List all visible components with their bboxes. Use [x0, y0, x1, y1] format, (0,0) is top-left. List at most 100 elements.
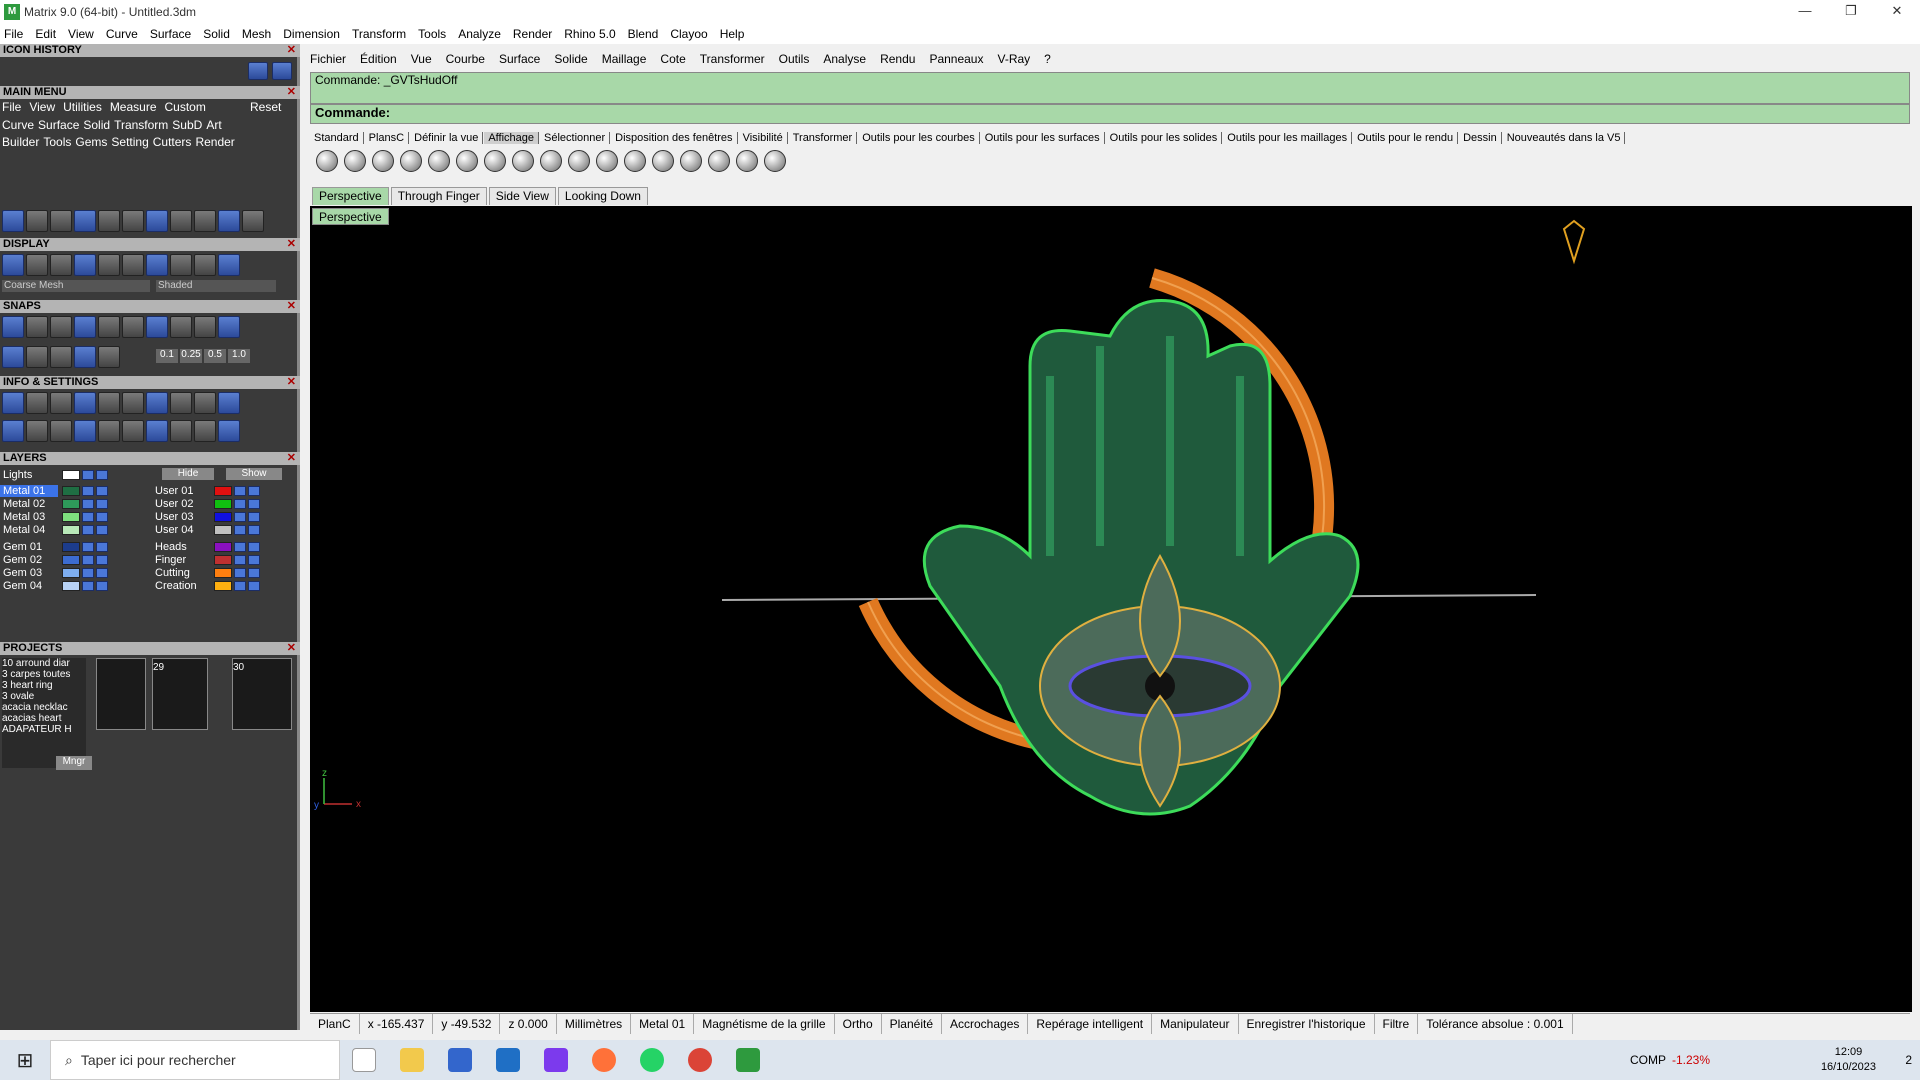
layer-row[interactable]: Metal 03 [0, 510, 108, 523]
menu2-item[interactable]: Édition [360, 52, 397, 66]
layer-name[interactable]: User 01 [152, 485, 210, 497]
tool-icon-button[interactable] [122, 316, 144, 338]
reset-button[interactable]: Reset [250, 100, 281, 114]
clock-time[interactable]: 12:09 [1821, 1045, 1876, 1060]
layer-color-swatch[interactable] [62, 498, 80, 509]
close-icon[interactable]: ✕ [287, 238, 296, 251]
layer-row[interactable]: Gem 02 [0, 553, 108, 566]
display-tool-icon[interactable] [764, 150, 786, 172]
tool-icon-button[interactable] [170, 420, 192, 442]
layer-lock-toggle[interactable] [234, 541, 246, 552]
layer-lock-toggle[interactable] [82, 554, 94, 565]
menu2-item[interactable]: Analyse [823, 52, 866, 66]
layer-color-swatch[interactable] [214, 567, 232, 578]
display-tool-icon[interactable] [316, 150, 338, 172]
layer-color-swatch[interactable] [62, 567, 80, 578]
menu-render[interactable]: Render [513, 27, 552, 41]
menu2-item[interactable]: Maillage [602, 52, 647, 66]
layer-color-swatch[interactable] [62, 554, 80, 565]
status-pane[interactable]: Accrochages [942, 1013, 1029, 1034]
layer-lock-toggle[interactable] [82, 485, 94, 496]
layer-color-swatch[interactable] [214, 580, 232, 591]
view-tab[interactable]: Side View [488, 187, 556, 205]
close-icon[interactable]: ✕ [287, 452, 296, 465]
tool-icon-button[interactable] [194, 420, 216, 442]
layer-lock-toggle[interactable] [82, 498, 94, 509]
layer-row[interactable]: Metal 01 [0, 484, 108, 497]
layer-row[interactable]: Metal 04 [0, 523, 108, 536]
tool-icon-button[interactable] [98, 420, 120, 442]
display-tool-icon[interactable] [736, 150, 758, 172]
category-button[interactable]: Gems [75, 135, 107, 149]
layer-color-swatch[interactable] [62, 580, 80, 591]
tool-icon-button[interactable] [218, 254, 240, 276]
tool-icon-button[interactable] [26, 346, 48, 368]
snap-value-button[interactable]: 0.5 [204, 349, 226, 363]
layer-visibility-toggle[interactable] [96, 580, 108, 591]
history-forward-button[interactable] [272, 62, 292, 80]
status-pane[interactable]: Enregistrer l'historique [1239, 1013, 1375, 1034]
layer-visibility-toggle[interactable] [248, 485, 260, 496]
layer-visibility-toggle[interactable] [96, 567, 108, 578]
tool-icon-button[interactable] [2, 210, 24, 232]
menu-dimension[interactable]: Dimension [283, 27, 340, 41]
layer-visibility-toggle[interactable] [248, 511, 260, 522]
layer-color-swatch[interactable] [62, 541, 80, 552]
layer-row[interactable]: Heads [152, 540, 260, 553]
toolbar-tab[interactable]: Définir la vue [410, 132, 484, 144]
toolbar-tab[interactable]: Outils pour les solides [1106, 132, 1223, 144]
category-button[interactable]: Solid [83, 118, 110, 132]
main-menu-item[interactable]: File [2, 100, 21, 114]
layer-name[interactable]: User 02 [152, 498, 210, 510]
layer-name[interactable]: User 03 [152, 511, 210, 523]
menu2-item[interactable]: Rendu [880, 52, 915, 66]
layer-visibility-toggle[interactable] [248, 498, 260, 509]
tool-icon-button[interactable] [26, 210, 48, 232]
toolbar-tab[interactable]: Outils pour les courbes [858, 132, 980, 144]
toolbar-tab[interactable]: PlansC [365, 132, 410, 144]
category-button[interactable]: Art [206, 118, 221, 132]
layer-lock-toggle[interactable] [82, 567, 94, 578]
category-button[interactable]: Transform [114, 118, 168, 132]
view-tab[interactable]: Through Finger [390, 187, 487, 205]
menu2-item[interactable]: Solide [554, 52, 587, 66]
project-list-item[interactable]: 3 carpes toutes [2, 669, 86, 680]
tool-icon-button[interactable] [50, 254, 72, 276]
menu-solid[interactable]: Solid [203, 27, 230, 41]
snap-value-button[interactable]: 0.25 [180, 349, 202, 363]
layer-name[interactable]: Metal 04 [0, 524, 58, 536]
category-button[interactable]: Curve [2, 118, 34, 132]
display-tool-icon[interactable] [400, 150, 422, 172]
project-list-item[interactable]: acacias heart [2, 713, 86, 724]
layer-row[interactable]: Creation [152, 579, 260, 592]
category-button[interactable]: Surface [38, 118, 79, 132]
display-mesh-select[interactable]: Coarse Mesh [2, 280, 150, 292]
toolbar-tab[interactable]: Disposition des fenêtres [611, 132, 738, 144]
project-list-item[interactable]: 3 heart ring [2, 680, 86, 691]
menu-help[interactable]: Help [720, 27, 745, 41]
close-button[interactable]: ✕ [1874, 0, 1920, 24]
menu-view[interactable]: View [68, 27, 94, 41]
layer-row[interactable]: User 01 [152, 484, 260, 497]
layer-visibility-toggle[interactable] [248, 554, 260, 565]
project-list-item[interactable]: acacia necklac [2, 702, 86, 713]
tool-icon-button[interactable] [218, 420, 240, 442]
toolbar-tab[interactable]: Outils pour les surfaces [981, 132, 1105, 144]
status-pane[interactable]: x -165.437 [360, 1013, 434, 1034]
tool-icon-button[interactable] [98, 346, 120, 368]
stock-ticker[interactable]: COMP [1630, 1053, 1666, 1067]
tool-icon-button[interactable] [146, 420, 168, 442]
layer-visibility-toggle[interactable] [96, 485, 108, 496]
toolbar-tab[interactable]: Standard [310, 132, 364, 144]
close-icon[interactable]: ✕ [287, 642, 296, 655]
layer-visibility-toggle[interactable] [248, 541, 260, 552]
display-tool-icon[interactable] [540, 150, 562, 172]
taskbar-search[interactable]: ⌕ Taper ici pour rechercher [50, 1040, 340, 1080]
project-thumbnail[interactable] [96, 658, 146, 730]
tool-icon-button[interactable] [26, 316, 48, 338]
layer-lock-toggle[interactable] [82, 524, 94, 535]
restore-button[interactable]: ❐ [1828, 0, 1874, 24]
tool-icon-button[interactable] [50, 210, 72, 232]
layer-name[interactable]: Gem 01 [0, 541, 58, 553]
menu-transform[interactable]: Transform [352, 27, 406, 41]
